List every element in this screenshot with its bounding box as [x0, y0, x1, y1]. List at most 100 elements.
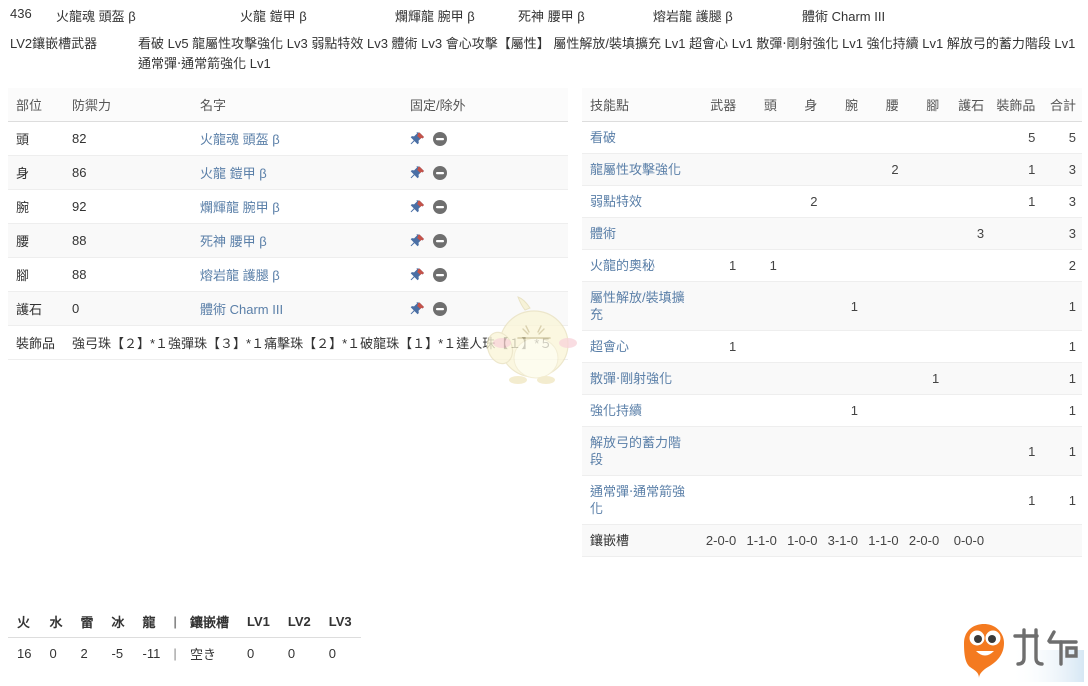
equipment-defense: 92: [64, 189, 192, 224]
jiuyou-logo-watermark: [964, 624, 1084, 682]
skill-points-weapon: [701, 185, 743, 218]
weapon-slot-label: LV2鑲嵌槽武器: [10, 36, 98, 51]
equipment-defense: 86: [64, 155, 192, 190]
pin-icon[interactable]: [410, 301, 426, 317]
pin-icon[interactable]: [410, 165, 426, 181]
skill-points-waist: [864, 217, 905, 250]
skill-name-link[interactable]: 通常彈‧通常箭強化: [590, 484, 685, 516]
minus-circle-icon[interactable]: [432, 267, 448, 283]
fix-exclude-cell: [402, 189, 568, 224]
skill-points-deco: [990, 249, 1042, 282]
column-header-fix-exclude: 固定/除外: [402, 88, 568, 122]
skill-points-waist: [864, 394, 905, 427]
skill-points-body: [782, 426, 824, 476]
skill-name-link[interactable]: 解放弓的蓄力階段: [590, 435, 681, 467]
skill-points-head: [742, 330, 783, 363]
skill-points-arms: [823, 153, 865, 186]
skill-points-charm: [945, 185, 991, 218]
skill-points-arms: 1: [823, 281, 865, 331]
skill-points-waist: [864, 185, 905, 218]
equipment-row: 頭 82 火龍魂 頭盔 β: [8, 121, 568, 156]
set-summary-pieces-row: 436 火龍魂 頭盔 β 火龍 鎧甲 β 爛輝龍 腕甲 β 死神 腰甲 β 熔岩…: [0, 0, 1088, 28]
skill-name-link[interactable]: 散彈‧剛射強化: [590, 371, 672, 386]
skill-points-deco: 1: [990, 153, 1042, 186]
column-header-total: 合計: [1041, 88, 1082, 122]
resistance-table-container: 火水雷冰龍 | 鑲嵌槽 LV1 LV2 LV3 16 0 2 -5 -11 | 空き 0 0 0: [8, 606, 361, 669]
pin-icon[interactable]: [410, 267, 426, 283]
equipment-name-link[interactable]: 火龍 鎧甲 β: [200, 166, 267, 181]
skill-points-head: [742, 362, 783, 395]
minus-circle-icon[interactable]: [432, 165, 448, 181]
skill-name-link[interactable]: 弱點特效: [590, 194, 642, 209]
skill-points-legs: [904, 185, 946, 218]
skill-points-body: [782, 249, 824, 282]
skill-row: 看破 5 5: [582, 121, 1082, 154]
skill-name-link[interactable]: 強化持續: [590, 403, 642, 418]
skill-name-link[interactable]: 超會心: [590, 339, 629, 354]
summary-piece-waist: 死神 腰甲 β: [518, 9, 585, 24]
summary-piece-body: 火龍 鎧甲 β: [240, 9, 307, 24]
resistance-header-5: |: [169, 606, 181, 638]
minus-circle-icon[interactable]: [432, 301, 448, 317]
skill-points-body: [782, 475, 824, 525]
slot-row-label: 鑲嵌槽: [582, 524, 702, 557]
minus-circle-icon[interactable]: [432, 199, 448, 215]
jiuyou-mascot-icon: [964, 624, 1004, 678]
skill-points-total: 1: [1041, 281, 1082, 331]
equipment-name-link[interactable]: 體術 Charm III: [200, 302, 283, 317]
skill-points-deco: 1: [990, 475, 1042, 525]
fix-exclude-cell: [402, 155, 568, 190]
skill-row: 屬性解放/裝填擴充 1 1: [582, 281, 1082, 331]
skill-points-head: 1: [742, 249, 783, 282]
skill-points-total: 1: [1041, 394, 1082, 427]
slot-deco: [990, 524, 1042, 557]
skill-points-weapon: 1: [701, 330, 743, 363]
column-header-body: 身: [782, 88, 824, 122]
resistance-header-9: LV3: [319, 606, 361, 638]
skill-points-body: [782, 330, 824, 363]
pin-icon[interactable]: [410, 233, 426, 249]
skill-points-weapon: [701, 217, 743, 250]
pin-icon[interactable]: [410, 199, 426, 215]
skill-points-charm: [945, 394, 991, 427]
skill-points-legs: [904, 475, 946, 525]
skill-name-link[interactable]: 看破: [590, 130, 616, 145]
fix-exclude-cell: [402, 291, 568, 326]
skill-points-legs: [904, 249, 946, 282]
summary-piece-charm: 體術 Charm III: [802, 9, 886, 24]
skill-points-weapon: [701, 475, 743, 525]
equipment-row: 腰 88 死神 腰甲 β: [8, 223, 568, 258]
skill-name-link[interactable]: 體術: [590, 226, 616, 241]
equipment-name-link[interactable]: 死神 腰甲 β: [200, 234, 267, 249]
skill-points-legs: [904, 281, 946, 331]
skill-points-head: [742, 185, 783, 218]
minus-circle-icon[interactable]: [432, 131, 448, 147]
skill-points-arms: [823, 249, 865, 282]
skill-points-charm: 3: [945, 217, 991, 250]
skill-points-body: 2: [782, 185, 824, 218]
minus-circle-icon[interactable]: [432, 233, 448, 249]
column-header-waist: 腰: [864, 88, 905, 122]
skill-name-link[interactable]: 龍屬性攻擊強化: [590, 162, 681, 177]
pin-icon[interactable]: [410, 131, 426, 147]
column-header-legs: 腳: [904, 88, 946, 122]
skill-name-link[interactable]: 屬性解放/裝填擴充: [590, 290, 685, 322]
equipment-part: 身: [8, 155, 64, 190]
equipment-table-container: 部位 防禦力 名字 固定/除外 頭 82 火龍魂 頭盔 β 身 86 火龍 鎧甲 β 腕 92…: [8, 88, 568, 360]
resistance-value-6: 空き: [189, 647, 216, 662]
equipment-name-link[interactable]: 爛輝龍 腕甲 β: [200, 200, 280, 215]
equipment-name-link[interactable]: 熔岩龍 護腿 β: [200, 268, 280, 283]
column-header-head: 頭: [742, 88, 783, 122]
column-header-weapon: 武器: [701, 88, 743, 122]
skill-points-body: [782, 281, 824, 331]
summary-piece-legs: 熔岩龍 護腿 β: [653, 9, 733, 24]
skill-points-weapon: [701, 281, 743, 331]
skill-points-weapon: 1: [701, 249, 743, 282]
equipment-part: 護石: [8, 291, 64, 326]
resistance-value-0: 16: [17, 646, 32, 661]
resistance-header-2: 雷: [71, 606, 103, 638]
skill-name-link[interactable]: 火龍的奧秘: [590, 258, 655, 273]
resistance-value-4: -11: [142, 646, 161, 661]
skill-points-arms: [823, 330, 865, 363]
equipment-name-link[interactable]: 火龍魂 頭盔 β: [200, 132, 280, 147]
